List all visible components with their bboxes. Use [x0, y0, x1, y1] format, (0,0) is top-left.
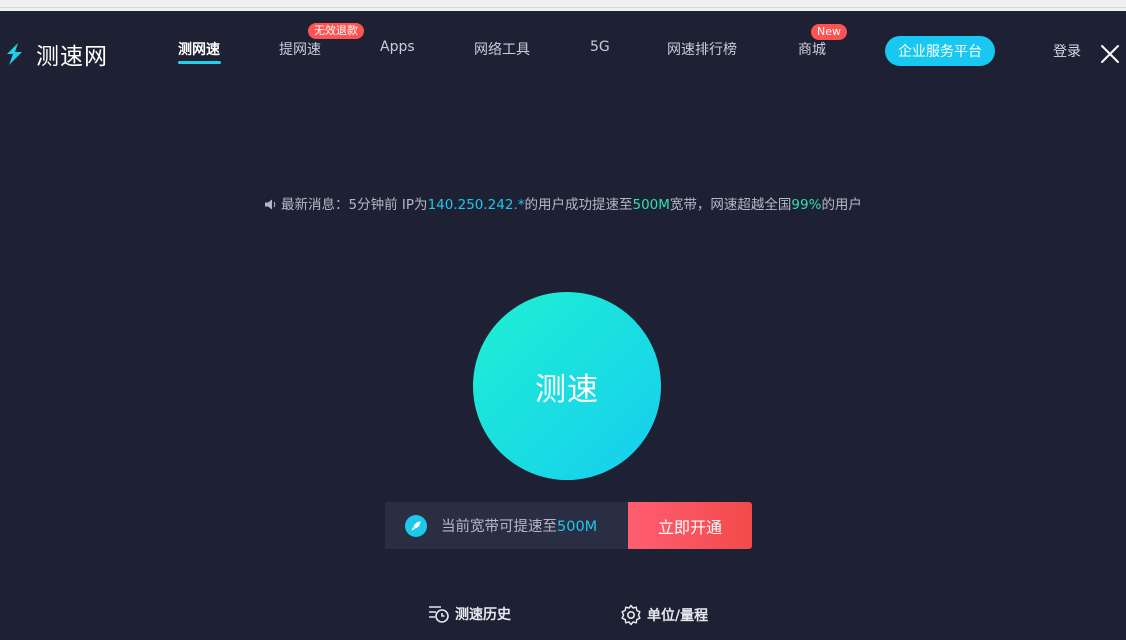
message-middle: 的用户成功提速至 — [524, 197, 633, 213]
message-middle2: 宽带，网速超越全国 — [669, 197, 792, 213]
upgrade-info-bar: 当前宽带可提速至500M — [385, 502, 628, 549]
speedtest-history-link[interactable]: 测速历史 — [428, 604, 511, 624]
message-ip: 140.250.242.* — [427, 197, 525, 213]
logo-icon — [7, 43, 22, 65]
nav-item-speedtest[interactable]: 测网速 — [178, 39, 220, 59]
open-now-button[interactable]: 立即开通 — [628, 502, 752, 549]
nav-item-apps[interactable]: Apps — [380, 39, 415, 55]
speedtest-button-label: 测速 — [535, 371, 599, 408]
start-speedtest-button[interactable]: 测速 — [473, 292, 661, 480]
message-speed: 500M — [632, 197, 670, 213]
speaker-icon — [265, 199, 276, 210]
latest-news-message: 最新消息：5分钟前 IP为140.250.242.*的用户成功提速至500M宽带… — [0, 193, 1126, 213]
units-range-link[interactable]: 单位/量程 — [620, 604, 708, 626]
upgrade-text: 当前宽带可提速至500M — [441, 515, 597, 536]
divider — [0, 7, 1126, 8]
history-label: 测速历史 — [455, 607, 511, 623]
site-logo[interactable]: 测速网 — [2, 37, 108, 71]
enterprise-platform-button[interactable]: 企业服务平台 — [885, 36, 995, 66]
nav-item-5g[interactable]: 5G — [590, 39, 610, 55]
upgrade-value: 500M — [557, 519, 598, 535]
units-label: 单位/量程 — [647, 608, 709, 624]
logo-text: 测速网 — [36, 44, 108, 70]
message-percent: 99% — [791, 197, 822, 213]
refund-badge: 无效退款 — [308, 23, 364, 39]
gear-icon — [621, 604, 641, 626]
history-icon — [429, 606, 449, 623]
nav-item-ranking[interactable]: 网速排行榜 — [667, 39, 737, 59]
browser-top-strip — [0, 0, 1126, 11]
message-prefix: 最新消息：5分钟前 IP为 — [281, 197, 428, 213]
rocket-icon — [405, 514, 427, 537]
nav-item-mall[interactable]: 商城 — [798, 39, 826, 59]
nav-item-boost[interactable]: 提网速 — [279, 39, 321, 59]
close-icon[interactable] — [1100, 44, 1120, 64]
nav-item-network-tools[interactable]: 网络工具 — [474, 39, 530, 59]
login-link[interactable]: 登录 — [1053, 41, 1081, 61]
upgrade-text-prefix: 当前宽带可提速至 — [441, 519, 557, 535]
message-suffix: 的用户 — [821, 197, 862, 213]
nav-active-underline — [178, 61, 221, 64]
page: 测速网 测网速 提网速 无效退款 Apps 网络工具 5G 网速排行榜 商城 N… — [0, 11, 1126, 640]
new-badge: New — [811, 24, 847, 40]
